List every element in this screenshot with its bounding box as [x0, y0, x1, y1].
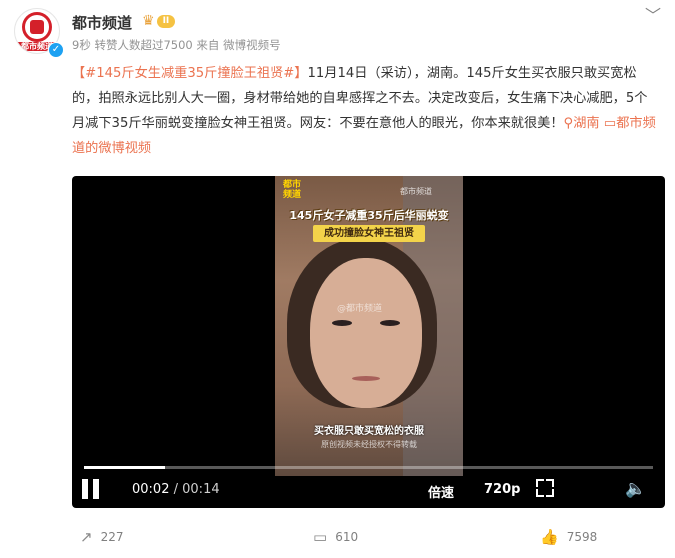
video-caption-title: 145斤女子减重35斤后华丽蜕变	[289, 209, 449, 222]
like-button[interactable]: 👍 7598	[540, 528, 597, 546]
quality-button[interactable]: 720p	[484, 482, 520, 497]
speed-button[interactable]: 倍速	[428, 482, 454, 501]
time-separator: /	[173, 482, 178, 497]
repost-note: 转赞人数超过7500	[94, 38, 193, 52]
crown-icon: ♛	[142, 13, 155, 29]
repost-count: 227	[100, 530, 124, 544]
repost-button[interactable]: ↗ 227	[80, 528, 123, 546]
hashtag-link[interactable]: 【#145斤女生减重35斤撞脸王祖贤#】	[72, 66, 308, 81]
post-meta: 9秒 转赞人数超过7500 来自 微博视频号	[72, 37, 281, 53]
video-caption-sub: 成功撞脸女神王祖贤	[313, 225, 425, 242]
member-badge[interactable]: ♛ II	[142, 13, 176, 29]
video-frame[interactable]: 都市频道 都市频道 145斤女子减重35斤后华丽蜕变 成功撞脸女神王祖贤 @都市…	[275, 176, 463, 476]
video-controls: 00:02 / 00:14 倍速 720p 🔈	[72, 474, 665, 508]
video-subtitle-small: 原创视频未经授权不得转载	[321, 440, 417, 449]
video-link-icon: ▭	[603, 116, 617, 131]
watermark-top: 都市频道	[400, 187, 432, 196]
chevron-down-icon[interactable]: ﹀	[645, 2, 661, 26]
total-time: 00:14	[182, 482, 220, 497]
face-shape	[310, 258, 422, 408]
watermark-face: @都市频道	[337, 304, 383, 314]
account-name[interactable]: 都市频道	[72, 12, 132, 33]
comment-count: 610	[335, 530, 359, 544]
logo-mark	[30, 20, 44, 34]
like-count: 7598	[566, 530, 598, 544]
mouth-shape	[352, 376, 380, 381]
post-actions: ↗ 227 ▭ 610 👍 7598	[0, 528, 675, 554]
volume-icon[interactable]: 🔈	[625, 479, 646, 499]
progress-fill	[84, 466, 166, 469]
comment-button[interactable]: ▭ 610	[313, 528, 358, 546]
video-subtitle: 买衣服只敢买宽松的衣服	[314, 426, 424, 437]
member-level: II	[156, 14, 176, 28]
like-icon: 👍	[540, 528, 559, 546]
time-display: 00:02 / 00:14	[132, 482, 220, 497]
post-time[interactable]: 9秒	[72, 38, 91, 52]
location-link[interactable]: ⚲湖南	[564, 116, 600, 131]
comment-icon: ▭	[313, 528, 328, 546]
location-pin-icon: ⚲	[563, 116, 574, 131]
location-label: 湖南	[573, 116, 600, 131]
fullscreen-icon[interactable]	[536, 479, 554, 497]
channel-logo: 都市频道	[282, 180, 301, 200]
post-source: 来自 微博视频号	[196, 38, 281, 52]
right-eye	[380, 320, 400, 326]
video-player[interactable]: 都市频道 都市频道 145斤女子减重35斤后华丽蜕变 成功撞脸女神王祖贤 @都市…	[72, 176, 665, 508]
progress-bar[interactable]	[84, 466, 653, 469]
left-eye	[332, 320, 352, 326]
repost-icon: ↗	[80, 528, 93, 546]
current-time: 00:02	[132, 482, 170, 497]
post-text: 【#145斤女生减重35斤撞脸王祖贤#】11月14日（采访），湖南。145斤女生…	[72, 61, 658, 161]
verified-icon: ✓	[48, 42, 64, 58]
pause-icon[interactable]	[82, 479, 100, 499]
